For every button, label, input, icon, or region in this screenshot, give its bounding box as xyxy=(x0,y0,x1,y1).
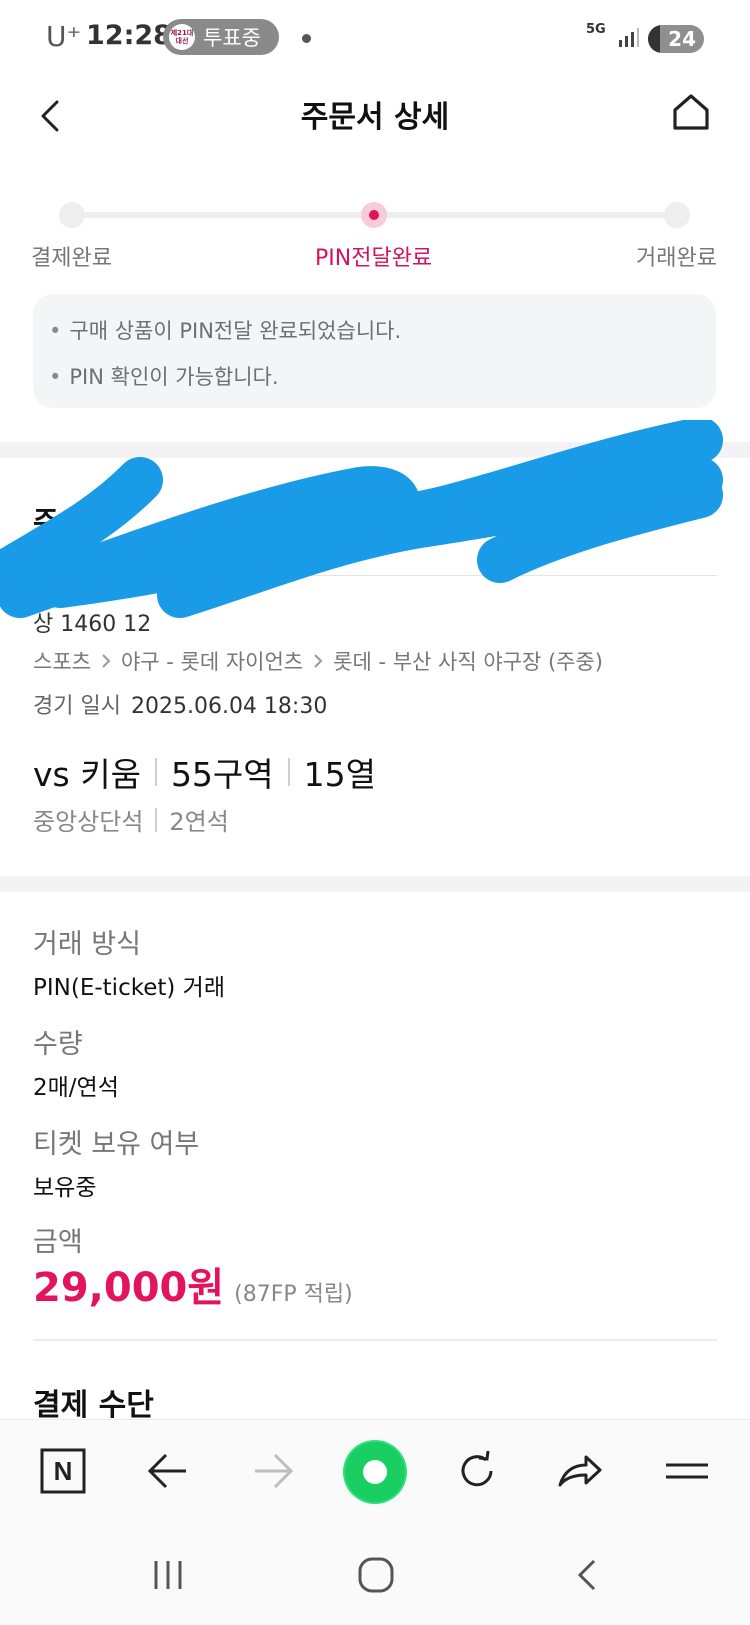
browser-back-button[interactable] xyxy=(141,1444,195,1498)
seat-row: 15열 xyxy=(303,755,377,794)
divider xyxy=(155,807,158,832)
signal-icon xyxy=(619,28,639,47)
product-title: 주 xyxy=(33,505,59,538)
game-date: 경기 일시 2025.06.04 18:30 xyxy=(33,688,327,720)
naver-green-dot-icon xyxy=(363,1460,387,1484)
breadcrumb-item[interactable]: 롯데 - 부산 사직 야구장 (주중) xyxy=(333,646,603,676)
breadcrumb-item[interactable]: 스포츠 xyxy=(33,646,91,676)
product-code: 상 1460 12 xyxy=(33,612,152,637)
vote-status-pill: 제21대 대선 투표중 xyxy=(163,19,279,55)
step-dot-complete xyxy=(664,202,690,228)
section-separator xyxy=(0,442,750,458)
battery-level: 24 xyxy=(668,27,696,51)
naver-tab-button[interactable]: N xyxy=(36,1444,90,1498)
divider xyxy=(287,758,290,786)
seat-type: 2연석 xyxy=(169,808,229,836)
chevron-left-icon xyxy=(577,1559,596,1591)
breadcrumb-item[interactable]: 야구 - 롯데 자이언츠 xyxy=(121,646,303,676)
browser-forward-button[interactable] xyxy=(246,1444,300,1498)
product-section: 주 호 CMC 상 1460 12 스포츠 야구 - 롯데 자이언츠 롯데 - … xyxy=(0,458,750,878)
seat-grade: 중앙상단석 xyxy=(33,808,144,836)
chevron-right-icon xyxy=(101,653,111,669)
divider xyxy=(33,1339,717,1341)
browser-toolbar: N xyxy=(0,1419,750,1529)
trade-method-value: PIN(E-ticket) 거래 xyxy=(33,975,225,1001)
home-button[interactable] xyxy=(669,90,713,134)
page-title: 주문서 상세 xyxy=(300,100,450,135)
step-dot-pin-delivered xyxy=(361,202,387,228)
notice-item: PIN 확인이 가능합니다. xyxy=(49,354,700,400)
divider xyxy=(154,758,157,786)
app-header: 주문서 상세 xyxy=(0,80,750,180)
order-progress-steps: 결제완료 PIN전달완료 거래완료 xyxy=(0,190,750,280)
home-icon xyxy=(673,94,709,130)
amount-value: 29,000원 xyxy=(33,1265,225,1311)
naver-n-icon: N xyxy=(40,1448,86,1494)
seat-summary: vs 키움 55구역 15열 xyxy=(33,748,376,796)
order-number: 호 CMC xyxy=(395,510,465,534)
vote-status-text: 투표중 xyxy=(203,26,261,50)
home-circle-icon xyxy=(358,1557,394,1593)
naver-home-button[interactable] xyxy=(345,1442,405,1502)
android-nav-bar xyxy=(0,1529,750,1625)
game-date-value: 2025.06.04 18:30 xyxy=(130,694,328,719)
election-logo-icon: 제21대 대선 xyxy=(169,24,195,50)
menu-button[interactable] xyxy=(660,1444,714,1498)
android-home-button[interactable] xyxy=(346,1545,406,1605)
hamburger-menu-icon xyxy=(666,1463,708,1479)
points-note: (87FP 적립) xyxy=(234,1282,353,1307)
chevron-right-icon xyxy=(313,653,323,669)
trade-method-label: 거래 방식 xyxy=(33,929,141,960)
amount-label: 금액 xyxy=(33,1227,83,1258)
step-label-pin-delivered: PIN전달완료 xyxy=(315,246,433,271)
step-dot-payment xyxy=(59,202,85,228)
quantity-label: 수량 xyxy=(33,1029,83,1060)
share-icon xyxy=(558,1455,602,1487)
step-label-payment: 결제완료 xyxy=(31,246,112,271)
notice-item: 구매 상품이 PIN전달 완료되었습니다. xyxy=(49,308,700,354)
step-label-complete: 거래완료 xyxy=(636,246,717,271)
android-back-button[interactable] xyxy=(557,1545,617,1605)
clock: 12:28 xyxy=(86,20,172,51)
seat-section: 55구역 xyxy=(170,755,274,794)
arrow-left-icon xyxy=(147,1453,186,1489)
battery-icon: 24 xyxy=(648,25,704,53)
carrier-label: U⁺ xyxy=(46,20,82,53)
seat-details: 중앙상단석 2연석 xyxy=(33,802,229,837)
arrow-right-icon xyxy=(255,1453,294,1489)
network-5g-icon: 5G xyxy=(586,22,606,37)
payment-method-title: 결제 수단 xyxy=(33,1388,154,1423)
recent-apps-button[interactable] xyxy=(138,1545,198,1605)
recent-apps-icon xyxy=(154,1561,182,1589)
category-breadcrumb: 스포츠 야구 - 롯데 자이언츠 롯데 - 부산 사직 야구장 (주중) xyxy=(33,646,603,676)
quantity-value: 2매/연석 xyxy=(33,1075,119,1101)
reload-button[interactable] xyxy=(450,1444,504,1498)
notice-box: 구매 상품이 PIN전달 완료되었습니다. PIN 확인이 가능합니다. xyxy=(33,294,716,408)
notification-dot-icon xyxy=(302,34,311,43)
ticket-holding-value: 보유중 xyxy=(33,1175,97,1201)
divider xyxy=(33,575,717,576)
status-bar: U⁺ 12:28 제21대 대선 투표중 5G 24 xyxy=(0,0,750,80)
game-date-label: 경기 일시 xyxy=(33,694,121,719)
opponent: vs 키움 xyxy=(33,755,141,794)
svg-text:N: N xyxy=(54,1456,73,1486)
amount-row: 29,000원 (87FP 적립) xyxy=(33,1255,353,1313)
section-separator xyxy=(0,876,750,892)
ticket-holding-label: 티켓 보유 여부 xyxy=(33,1129,200,1160)
refresh-icon xyxy=(461,1450,493,1487)
share-button[interactable] xyxy=(553,1444,607,1498)
